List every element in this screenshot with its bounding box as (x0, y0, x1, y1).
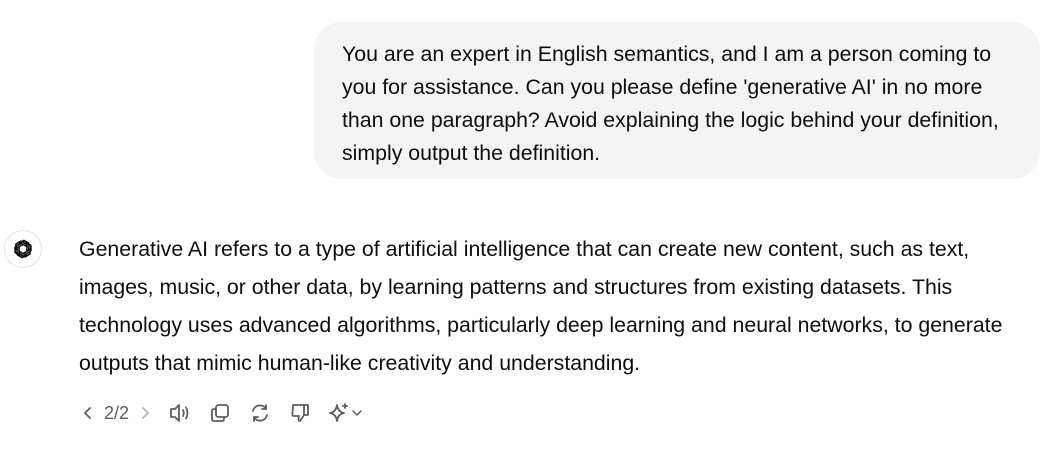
copy-button[interactable] (205, 398, 235, 428)
chevron-right-icon (142, 407, 149, 419)
read-aloud-button[interactable] (165, 398, 195, 428)
user-message-text: You are an expert in English semantics, … (342, 42, 999, 165)
sparkle-icon (329, 403, 348, 422)
copy-icon (211, 404, 229, 422)
chat-page: You are an expert in English semantics, … (0, 0, 1057, 449)
message-action-bar: 2/2 (78, 398, 365, 428)
next-response-button[interactable] (135, 398, 155, 428)
model-switch-button[interactable] (325, 398, 365, 428)
bad-response-button[interactable] (285, 398, 315, 428)
regenerate-button[interactable] (245, 398, 275, 428)
chevron-down-icon (352, 410, 362, 416)
thumbs-down-icon (291, 404, 309, 422)
previous-response-button[interactable] (78, 398, 98, 428)
speaker-icon (170, 404, 189, 422)
assistant-message: Generative AI refers to a type of artifi… (79, 237, 1003, 375)
regenerate-icon (252, 404, 268, 422)
assistant-avatar (4, 230, 42, 268)
chevron-left-icon (84, 407, 91, 419)
user-message-bubble: You are an expert in English semantics, … (314, 22, 1040, 179)
response-pager: 2/2 (104, 403, 130, 423)
openai-logo-icon (14, 239, 32, 259)
